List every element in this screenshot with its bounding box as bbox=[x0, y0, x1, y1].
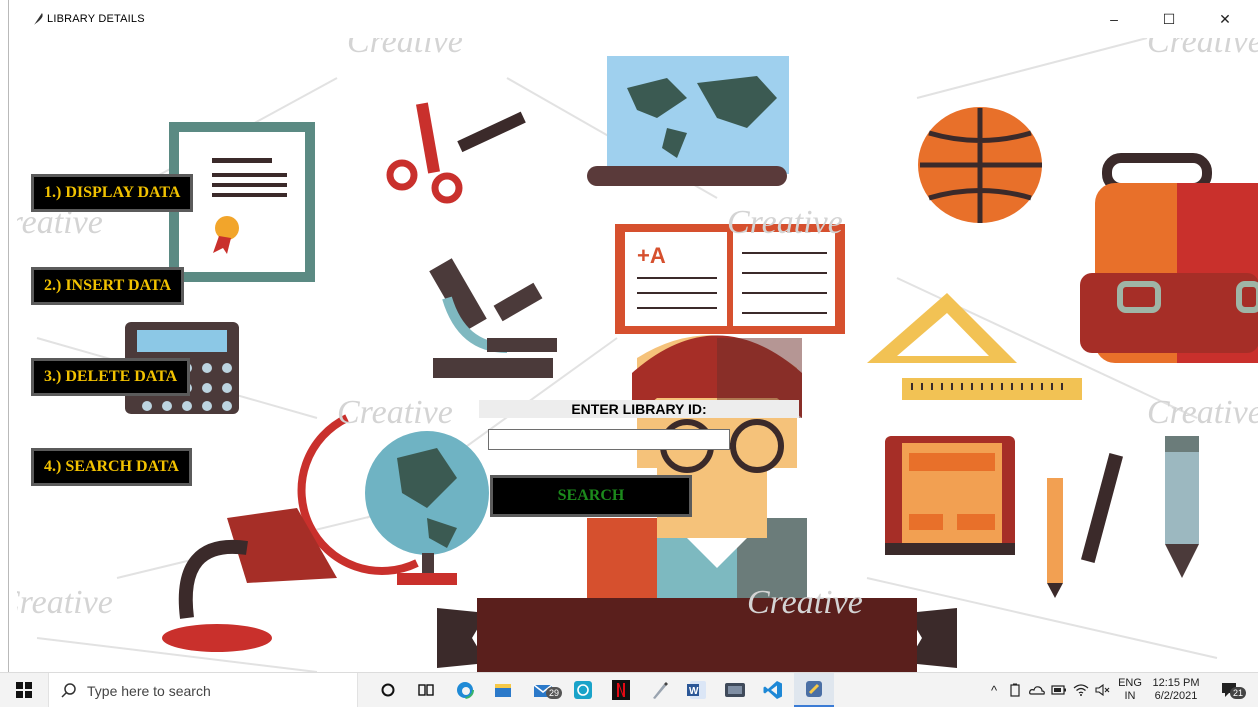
svg-text:W: W bbox=[689, 686, 699, 697]
search-button[interactable]: SEARCH bbox=[490, 475, 692, 517]
book-graphic bbox=[885, 436, 1015, 555]
start-button[interactable] bbox=[4, 673, 44, 707]
scissors-graphic bbox=[386, 102, 526, 204]
app-canvas: +A Creative Creative eative Creative Cre… bbox=[17, 38, 1258, 672]
netflix-icon[interactable] bbox=[604, 673, 638, 707]
windows-taskbar: Type here to search 29 W ^ ENG IN 12:15 … bbox=[0, 672, 1258, 707]
clock[interactable]: 12:15 PM 6/2/2021 bbox=[1148, 677, 1204, 703]
svg-text:Creative: Creative bbox=[347, 38, 463, 60]
vscode-icon[interactable] bbox=[756, 673, 790, 707]
mail-badge: 29 bbox=[546, 687, 563, 699]
svg-text:Creative: Creative bbox=[1147, 38, 1258, 60]
language-indicator[interactable]: ENG IN bbox=[1116, 677, 1144, 703]
notification-center-button[interactable]: 21 bbox=[1208, 673, 1252, 707]
education-background-illustration: +A Creative Creative eative Creative Cre… bbox=[17, 38, 1258, 672]
clock-time: 12:15 PM bbox=[1152, 677, 1200, 689]
delete-data-button[interactable]: 3.) DELETE DATA bbox=[31, 358, 191, 396]
search-icon bbox=[61, 683, 76, 698]
svg-text:Creative: Creative bbox=[337, 394, 453, 431]
backpack-graphic bbox=[1080, 153, 1258, 363]
mail-icon[interactable]: 29 bbox=[524, 673, 564, 707]
globe-graphic bbox=[297, 414, 489, 585]
battery-meter-icon[interactable] bbox=[1004, 673, 1026, 707]
ruler-graphic bbox=[867, 293, 1082, 400]
search-data-button[interactable]: 4.) SEARCH DATA bbox=[31, 448, 192, 486]
battery-icon[interactable] bbox=[1048, 673, 1070, 707]
region-code: IN bbox=[1124, 690, 1136, 702]
library-id-label: ENTER LIBRARY ID: bbox=[479, 400, 799, 418]
maximize-button[interactable]: ☐ bbox=[1149, 4, 1189, 34]
minimize-button[interactable]: – bbox=[1094, 4, 1134, 34]
window-title: LIBRARY DETAILS bbox=[47, 13, 145, 25]
svg-text:Creative: Creative bbox=[17, 584, 113, 621]
word-icon[interactable]: W bbox=[680, 673, 714, 707]
feather-icon bbox=[34, 13, 43, 25]
ribbon-banner-graphic bbox=[437, 598, 957, 672]
whatsapp-icon[interactable] bbox=[566, 673, 600, 707]
python-app-icon[interactable] bbox=[794, 673, 834, 707]
svg-text:Creative: Creative bbox=[727, 204, 843, 241]
title-bar[interactable]: LIBRARY DETAILS – ☐ ✕ bbox=[9, 0, 1258, 38]
cortana-icon[interactable] bbox=[372, 673, 404, 707]
volume-icon[interactable] bbox=[1092, 673, 1114, 707]
taskbar-search-placeholder: Type here to search bbox=[87, 683, 211, 699]
clock-date: 6/2/2021 bbox=[1154, 690, 1198, 702]
edge-browser-icon[interactable] bbox=[448, 673, 482, 707]
svg-text:Creative: Creative bbox=[1147, 394, 1258, 431]
svg-text:+A: +A bbox=[637, 243, 666, 268]
insert-data-button[interactable]: 2.) INSERT DATA bbox=[31, 267, 185, 305]
wifi-icon[interactable] bbox=[1070, 673, 1092, 707]
taskbar-search-box[interactable]: Type here to search bbox=[48, 673, 358, 707]
language-code: ENG bbox=[1118, 677, 1142, 689]
basketball-graphic bbox=[918, 107, 1042, 223]
windows-logo-icon bbox=[16, 682, 32, 698]
notepad-icon[interactable] bbox=[642, 673, 676, 707]
pencil-graphic bbox=[1047, 436, 1199, 598]
chevron-up-icon[interactable]: ^ bbox=[984, 673, 1004, 707]
onedrive-icon[interactable] bbox=[1026, 673, 1048, 707]
display-data-button[interactable]: 1.) DISPLAY DATA bbox=[31, 174, 194, 212]
task-view-icon[interactable] bbox=[410, 673, 442, 707]
library-id-input[interactable] bbox=[488, 429, 730, 450]
svg-text:Creative: Creative bbox=[747, 584, 863, 621]
media-app-icon[interactable] bbox=[718, 673, 752, 707]
notification-badge: 21 bbox=[1230, 687, 1247, 699]
close-button[interactable]: ✕ bbox=[1205, 4, 1245, 34]
microscope-graphic bbox=[429, 258, 557, 378]
library-details-window: LIBRARY DETAILS – ☐ ✕ +A Creative Creati… bbox=[8, 0, 1258, 672]
file-explorer-icon[interactable] bbox=[486, 673, 520, 707]
world-map-graphic bbox=[587, 56, 789, 186]
